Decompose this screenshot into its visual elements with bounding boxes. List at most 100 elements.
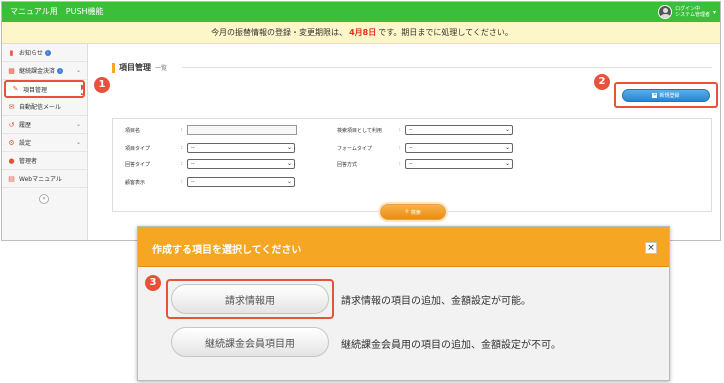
notice-date: 4月8日 xyxy=(349,28,377,37)
select-value: -- xyxy=(409,145,413,151)
select-value: -- xyxy=(191,179,195,185)
step-marker-3: 3 xyxy=(145,275,161,291)
step-marker-2: 2 xyxy=(594,74,610,90)
billing-info-button[interactable]: 請求情報用 xyxy=(171,284,329,314)
sidebar-item-news[interactable]: ▮ お知らせ i xyxy=(2,44,87,62)
app-title: マニュアル用 PUSH機能 xyxy=(10,7,104,16)
step-marker-1: 1 xyxy=(94,77,110,93)
sidebar-item-settings[interactable]: ⚙ 設定 ⌄ xyxy=(2,134,87,152)
sidebar-item-label: 履歴 xyxy=(19,122,32,129)
search-use-select[interactable]: -- ⌄ xyxy=(405,125,513,135)
search-button-label: 検索 xyxy=(410,209,421,216)
page-title-text: 項目管理 xyxy=(119,63,151,72)
modal-title: 作成する項目を選択してください xyxy=(152,245,302,256)
select-value: -- xyxy=(409,161,413,167)
tags-icon: ✎ xyxy=(12,85,19,93)
colon: : xyxy=(399,145,401,151)
mail-icon: ✉ xyxy=(8,102,15,111)
chart-icon: ▮ xyxy=(9,48,14,57)
title-accent xyxy=(112,62,115,73)
answer-method-select[interactable]: -- ⌄ xyxy=(405,159,513,169)
new-register-button[interactable]: + 新規登録 xyxy=(622,89,710,102)
colon: : xyxy=(181,127,183,133)
form-type-label: フォームタイプ xyxy=(337,146,372,152)
chevron-down-icon: ▾ xyxy=(712,8,716,16)
book-icon: ▤ xyxy=(8,174,15,183)
sidebar-item-label: 管理者 xyxy=(19,158,38,165)
info-icon: i xyxy=(44,49,51,56)
select-item-modal: 作成する項目を選択してください × 請求情報用 請求情報の項目の追加、金額設定が… xyxy=(137,226,670,381)
title-divider xyxy=(182,67,712,68)
plus-icon: + xyxy=(652,92,658,98)
notice-text-after: です。期日までに処理してください。 xyxy=(378,28,513,37)
main-content: 項目管理 一覧 + 新規登録 項目名 : 検索項目として利用 : -- ⌄ 項目タ… xyxy=(90,44,720,240)
chevron-down-icon: ⌄ xyxy=(504,160,510,167)
item-name-label: 項目名 xyxy=(125,128,141,134)
modal-header: 作成する項目を選択してください × xyxy=(138,227,669,267)
select-value: -- xyxy=(191,145,195,151)
search-button[interactable]: ⚲ 検索 xyxy=(380,204,446,220)
deadline-notice: 今月の振替情報の登録・変更期限は、 4月8日 です。期日までに処理してください。 xyxy=(2,22,720,44)
person-icon: ● xyxy=(8,156,15,165)
sidebar-item-web-manual[interactable]: ▤ Webマニュアル xyxy=(2,170,87,188)
item-type-select[interactable]: -- ⌄ xyxy=(187,143,295,153)
chevron-down-icon: ⌄ xyxy=(75,139,81,146)
select-value: -- xyxy=(409,127,413,133)
recurring-member-button[interactable]: 継続課金会員項目用 xyxy=(171,327,329,357)
colon: : xyxy=(399,127,401,133)
sidebar-item-auto-mail[interactable]: ✉ 自動配信メール xyxy=(2,98,87,116)
calendar-icon: ▦ xyxy=(8,66,15,75)
colon: : xyxy=(399,161,401,167)
active-arrow-icon: ◀ xyxy=(78,88,83,95)
user-menu[interactable]: ログイン中 システム管理者 ▾ xyxy=(658,4,716,20)
answer-method-label: 回答方式 xyxy=(337,162,358,168)
chevron-down-icon: ⌄ xyxy=(504,126,510,133)
notice-text-before: 今月の振替情報の登録・変更期限は、 xyxy=(211,28,348,37)
top-bar: マニュアル用 PUSH機能 ログイン中 システム管理者 ▾ xyxy=(2,2,720,22)
item-name-input[interactable] xyxy=(187,125,297,135)
answer-type-label: 回答タイプ xyxy=(125,162,151,168)
sidebar: ▮ お知らせ i ▦ 継続課金決済 i ⌄ ✎ 項目管理 ◀ ✉ 自動配信メール… xyxy=(2,44,88,240)
customer-display-select[interactable]: -- ⌄ xyxy=(187,177,295,187)
user-name: システム管理者 xyxy=(675,12,710,18)
colon: : xyxy=(181,161,183,167)
colon: : xyxy=(181,179,183,185)
recurring-member-description: 継続課金会員用の項目の追加、金額設定が不可。 xyxy=(341,340,561,351)
answer-type-select[interactable]: -- ⌄ xyxy=(187,159,295,169)
app-window: マニュアル用 PUSH機能 ログイン中 システム管理者 ▾ 今月の振替情報の登録… xyxy=(1,1,721,241)
new-button-highlight: + 新規登録 xyxy=(614,82,718,108)
info-icon: i xyxy=(57,67,64,74)
sidebar-item-history[interactable]: ↺ 履歴 ⌄ xyxy=(2,116,87,134)
avatar-icon xyxy=(658,5,673,19)
user-info: ログイン中 システム管理者 xyxy=(675,6,710,18)
sidebar-item-recurring-billing[interactable]: ▦ 継続課金決済 i ⌄ xyxy=(2,62,87,80)
sidebar-item-label: お知らせ xyxy=(19,50,43,57)
page-title: 項目管理 一覧 xyxy=(112,62,167,73)
sidebar-item-label: Webマニュアル xyxy=(19,176,62,183)
collapse-sidebar-button[interactable]: « xyxy=(39,194,49,204)
sidebar-item-label: 継続課金決済 xyxy=(19,68,56,75)
sidebar-item-admin[interactable]: ● 管理者 xyxy=(2,152,87,170)
colon: : xyxy=(181,145,183,151)
sidebar-item-item-management[interactable]: ✎ 項目管理 ◀ xyxy=(4,80,85,98)
chevron-down-icon: ⌄ xyxy=(504,144,510,151)
chevron-down-icon: ⌄ xyxy=(286,160,292,167)
form-type-select[interactable]: -- ⌄ xyxy=(405,143,513,153)
new-register-label: 新規登録 xyxy=(659,93,680,99)
customer-display-label: 顧客表示 xyxy=(125,180,146,186)
history-icon: ↺ xyxy=(8,120,15,129)
search-panel: 項目名 : 検索項目として利用 : -- ⌄ 項目タイプ : -- ⌄ フォームタイ… xyxy=(112,118,712,212)
page-subtitle: 一覧 xyxy=(155,65,168,72)
search-use-label: 検索項目として利用 xyxy=(337,128,382,134)
item-type-label: 項目タイプ xyxy=(125,146,151,152)
select-value: -- xyxy=(191,161,195,167)
chevron-down-icon: ⌄ xyxy=(286,144,292,151)
chevron-down-icon: ⌄ xyxy=(75,67,81,74)
search-icon: ⚲ xyxy=(405,209,409,215)
close-icon[interactable]: × xyxy=(645,242,657,254)
gear-icon: ⚙ xyxy=(8,138,15,147)
sidebar-item-label: 設定 xyxy=(19,140,32,147)
chevron-down-icon: ⌄ xyxy=(75,121,81,128)
sidebar-item-label: 自動配信メール xyxy=(19,104,62,111)
sidebar-item-label: 項目管理 xyxy=(23,86,48,94)
